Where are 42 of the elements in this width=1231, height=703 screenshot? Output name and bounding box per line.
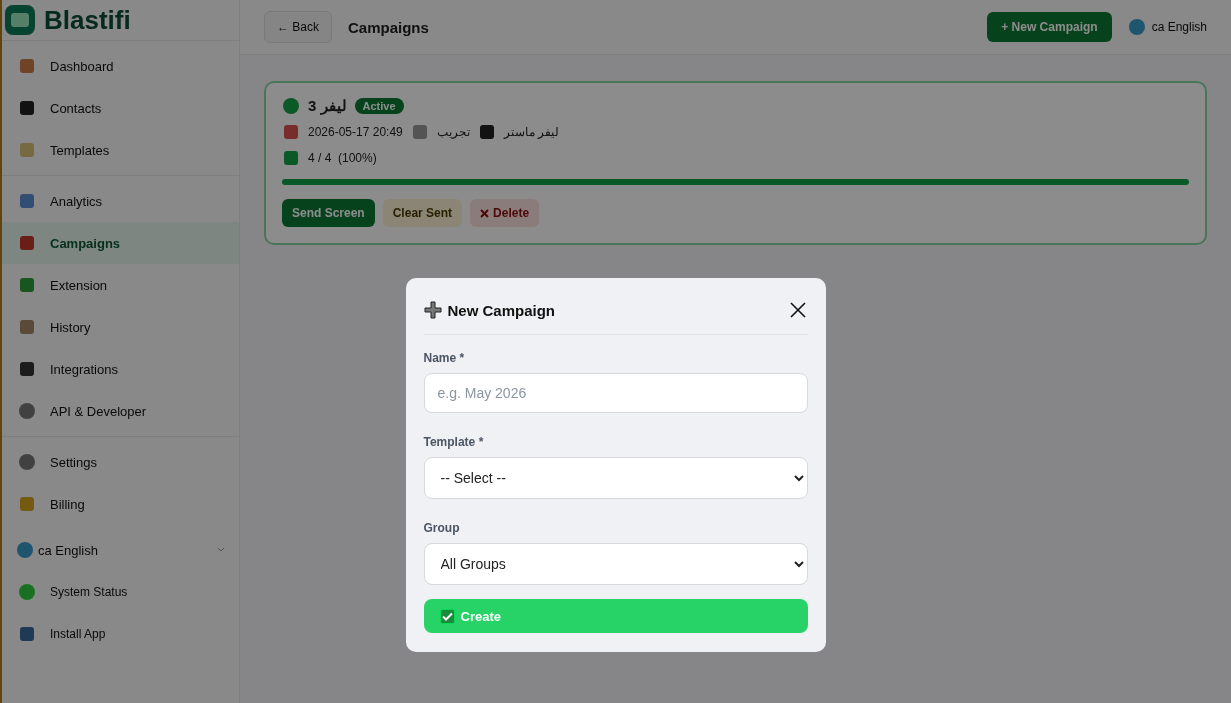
sidebar-item[interactable]: Analytics xyxy=(2,180,239,222)
language-selector[interactable]: ca English xyxy=(2,529,239,571)
sidebar-item[interactable]: Templates xyxy=(2,129,239,171)
group-name: ليفر ماستر xyxy=(503,125,560,139)
close-button[interactable] xyxy=(787,300,808,320)
field-label: Name * xyxy=(423,351,466,365)
sidebar-item[interactable]: API & Developer xyxy=(2,390,239,432)
language-selector[interactable]: ca English xyxy=(1127,18,1207,36)
caret-icon xyxy=(217,547,225,553)
sidebar-item[interactable]: History xyxy=(2,306,239,348)
status-badge: Active xyxy=(354,98,404,114)
campaign-title: ليفر 3 xyxy=(308,97,347,115)
progress-text: 4 / 4 (100%) xyxy=(308,151,377,165)
sidebar-item[interactable]: Billing xyxy=(2,483,239,525)
back-button[interactable]: ← Back xyxy=(264,11,332,43)
template-name: تجريب xyxy=(436,125,470,139)
sidebar-item[interactable]: Integrations xyxy=(2,348,239,390)
sidebar-item[interactable]: System Status xyxy=(2,571,239,613)
logo-text: Blastifi xyxy=(44,4,131,36)
page-title: Campaigns xyxy=(348,18,430,36)
dialog-title: New Campaign xyxy=(447,301,557,319)
logo-icon xyxy=(4,4,36,36)
dropdown-field[interactable]: All Groups xyxy=(423,543,808,585)
dropdown-field[interactable]: -- Select -- xyxy=(423,457,808,499)
action-button[interactable]: Clear Sent xyxy=(382,199,463,227)
action-button[interactable]: Send Screen xyxy=(282,199,375,227)
status-dot-icon xyxy=(282,97,300,115)
close-icon xyxy=(480,208,490,218)
sidebar-item[interactable]: Contacts xyxy=(2,87,239,129)
action-button[interactable]: Delete xyxy=(470,199,540,227)
field-label: Group xyxy=(423,521,461,535)
name-field[interactable]: e.g. May 2026 xyxy=(423,373,808,413)
field-label: Template * xyxy=(423,435,485,449)
status-dot-icon xyxy=(18,583,36,601)
sidebar-item[interactable]: Campaigns xyxy=(2,222,239,264)
campaign-date: 2026-05-17 20:49 xyxy=(308,125,403,139)
sidebar-item[interactable]: Settings xyxy=(2,441,239,483)
sidebar-item[interactable]: Dashboard xyxy=(2,45,239,87)
new-campaign-button[interactable]: + New Campaign xyxy=(987,12,1112,42)
plus-icon xyxy=(423,301,442,319)
sidebar-item[interactable]: Extension xyxy=(2,264,239,306)
sidebar-item[interactable]: Install App xyxy=(2,613,239,655)
